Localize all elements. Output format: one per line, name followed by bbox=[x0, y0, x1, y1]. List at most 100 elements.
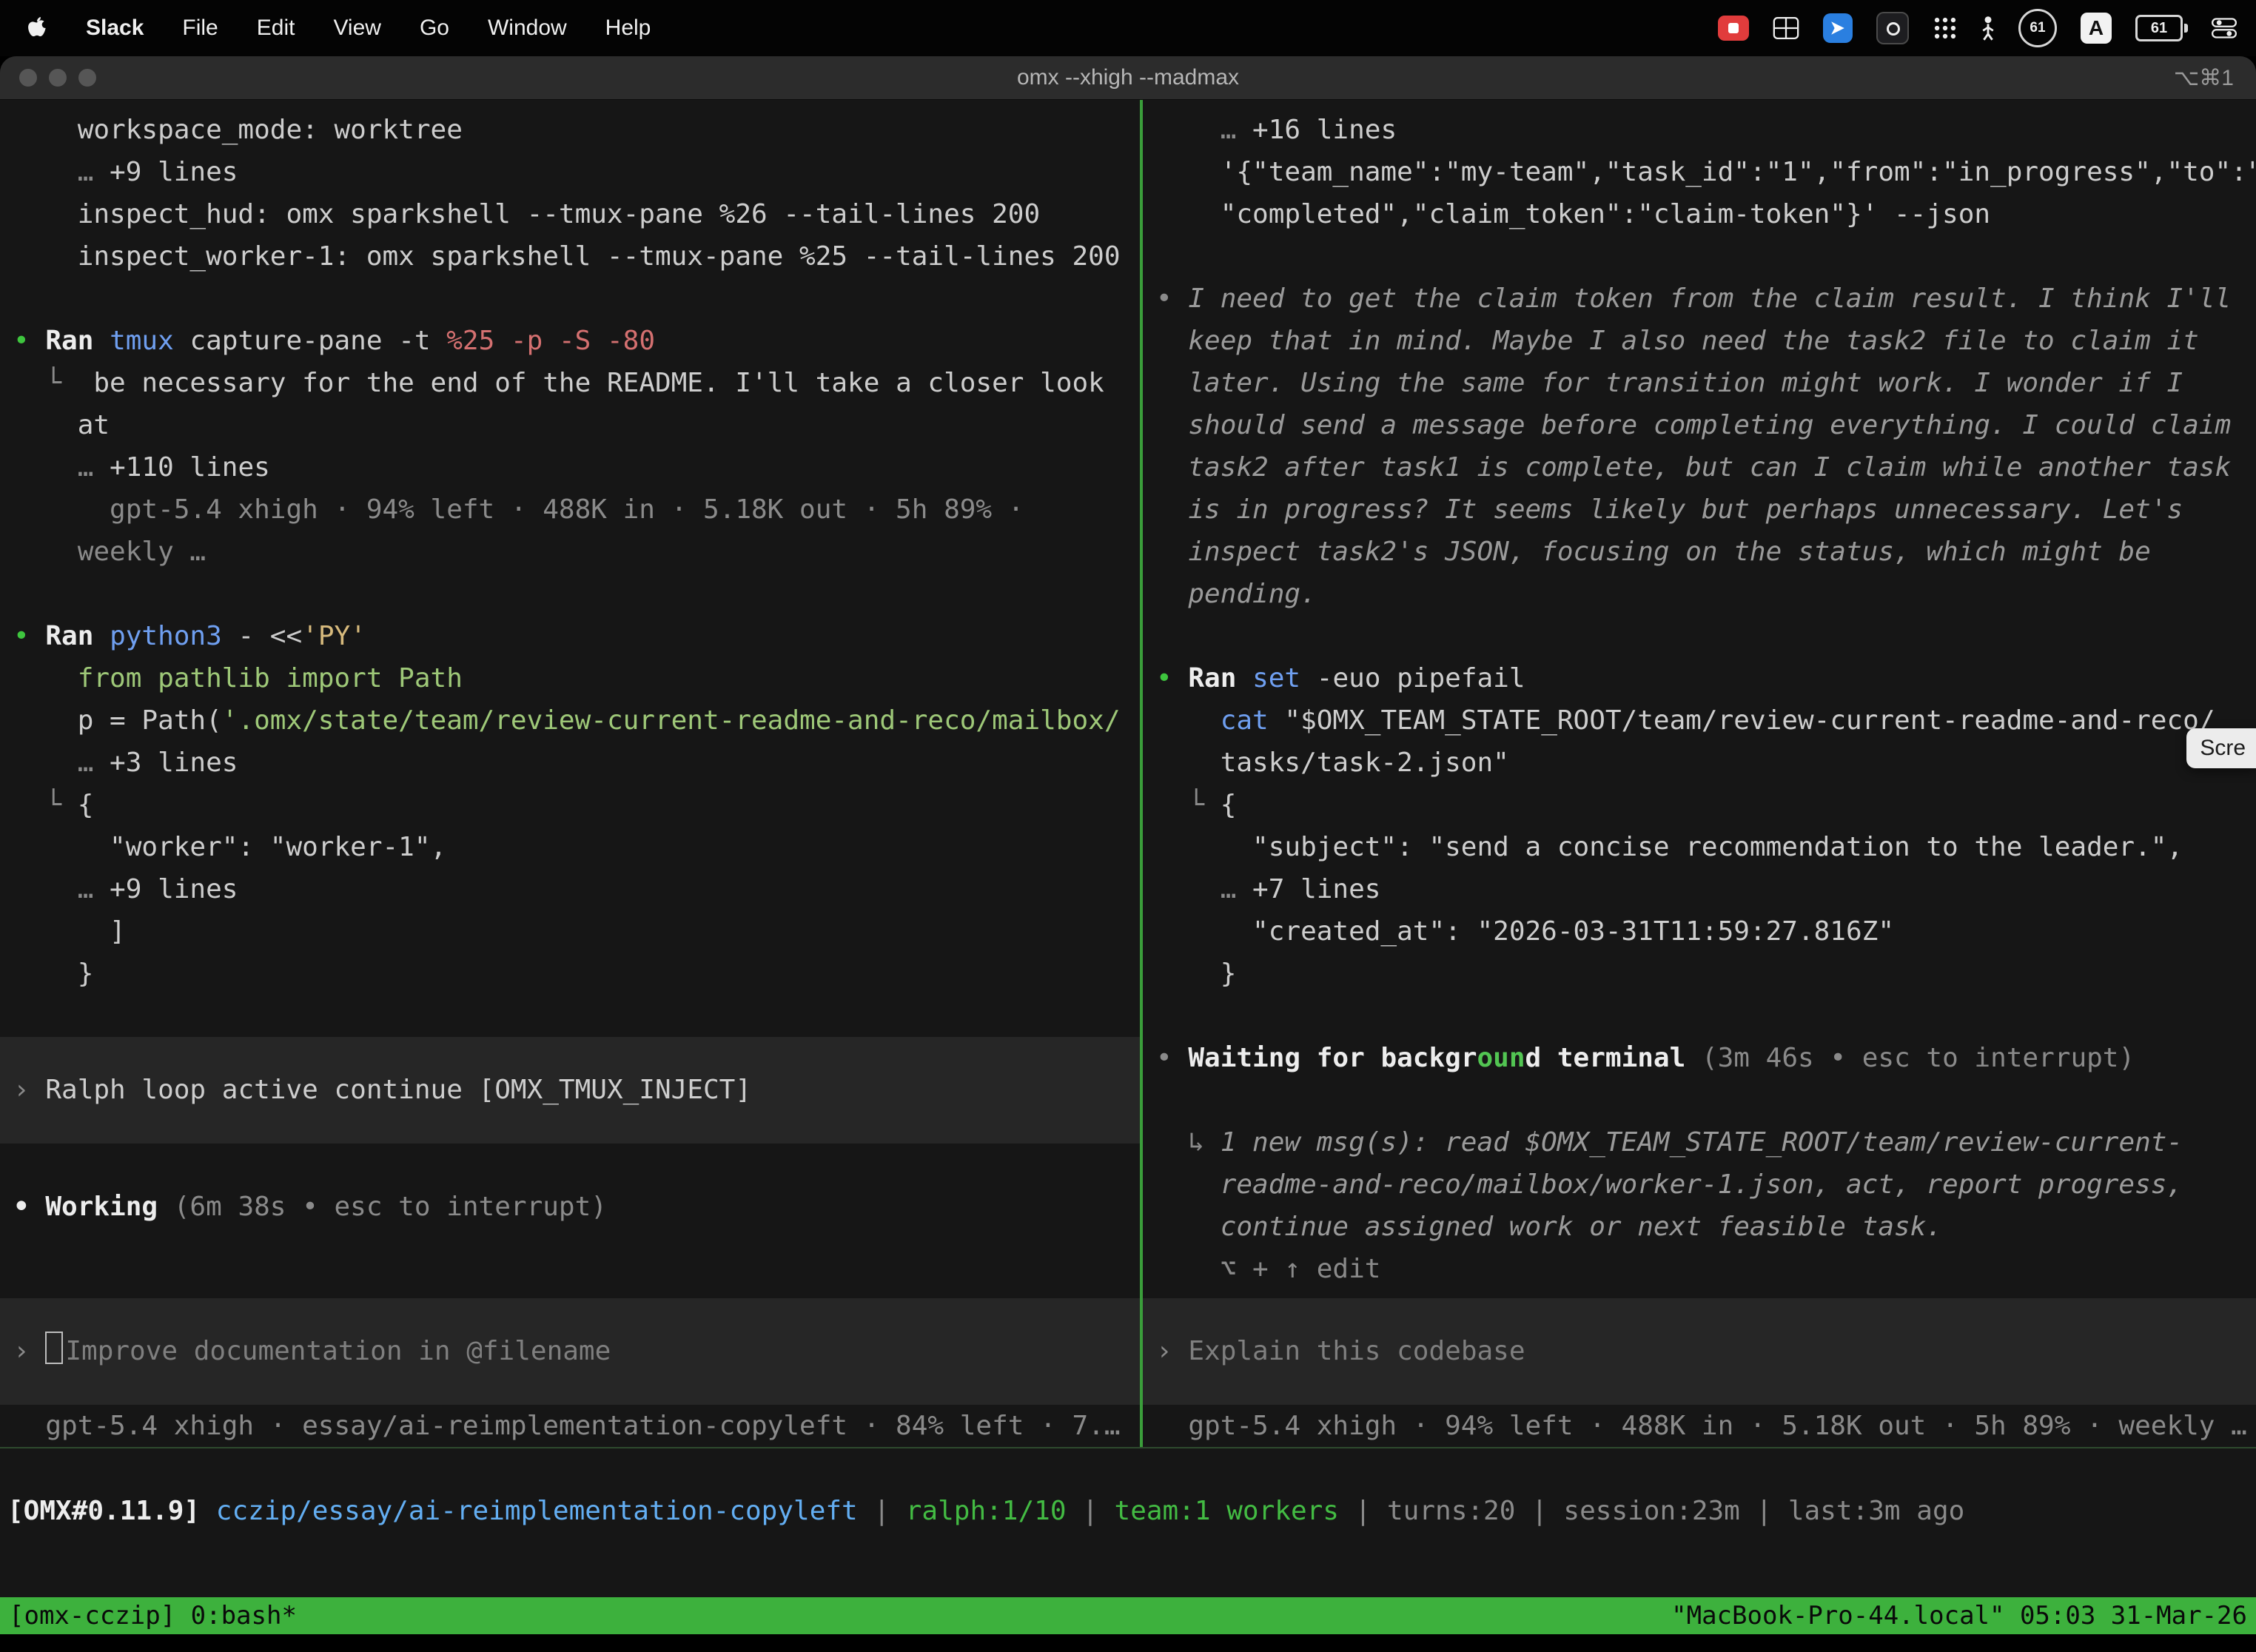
text-run: } bbox=[1156, 958, 1236, 989]
menu-file[interactable]: File bbox=[182, 16, 218, 41]
terminal-line: › Improve documentation in @filename bbox=[13, 1330, 1140, 1372]
minimize-button[interactable] bbox=[49, 69, 67, 87]
text-run: • bbox=[1156, 283, 1188, 314]
terminal-line: "completed","claim_token":"claim-token"}… bbox=[1156, 193, 2256, 235]
text-run: (6m 38s • esc to interrupt) bbox=[158, 1192, 607, 1222]
text-run: be necessary for the end of the README. … bbox=[93, 368, 1104, 398]
terminal-line: • Ran python3 - <<'PY' bbox=[13, 615, 1140, 657]
terminal-line: › Ralph loop active continue [OMX_TMUX_I… bbox=[13, 1069, 1140, 1111]
text-run: turns:20 bbox=[1387, 1496, 1515, 1526]
terminal-line: task2 after task1 is complete, but can I… bbox=[1156, 446, 2256, 488]
text-run: • bbox=[13, 326, 45, 356]
window-grid-icon[interactable] bbox=[1773, 17, 1799, 39]
terminal-line: • Ran tmux capture-pane -t %25 -p -S -80 bbox=[13, 320, 1140, 362]
text-run: pending. bbox=[1156, 579, 1317, 609]
dots-grid-icon[interactable] bbox=[1933, 16, 1958, 41]
text-run: (3m 46s • esc to interrupt) bbox=[1685, 1043, 2135, 1073]
screen-overlay-tooltip: Scre bbox=[2186, 728, 2256, 768]
window-shortcut-hint: ⌥⌘1 bbox=[2174, 65, 2234, 91]
text-run: [OMX#0.11.9] bbox=[7, 1496, 216, 1526]
terminal-line: inspect task2's JSON, focusing on the st… bbox=[1156, 531, 2256, 573]
text-run: Ralph loop active continue [OMX_TMUX_INJ… bbox=[45, 1075, 751, 1105]
window-titlebar[interactable]: omx --xhigh --madmax ⌥⌘1 bbox=[0, 56, 2256, 100]
terminal-line: gpt-5.4 xhigh · 94% left · 488K in · 5.1… bbox=[13, 488, 1140, 531]
prompt-band[interactable]: › Ralph loop active continue [OMX_TMUX_I… bbox=[0, 1037, 1140, 1144]
text-run: +7 lines bbox=[1252, 874, 1380, 904]
text-run: … bbox=[13, 874, 110, 904]
text-run: 'PY' bbox=[302, 621, 366, 651]
terminal-line: … +16 lines bbox=[1156, 109, 2256, 151]
text-run: Explain this codebase bbox=[1188, 1336, 1525, 1366]
prompt-band[interactable]: › Improve documentation in @filename bbox=[0, 1298, 1140, 1405]
terminal-line: keep that in mind. Maybe I also need the… bbox=[1156, 320, 2256, 362]
menu-window[interactable]: Window bbox=[488, 16, 567, 41]
tmux-status-bar: [omx-cczip] 0:bash* "MacBook-Pro-44.loca… bbox=[0, 1597, 2256, 1634]
text-run: tmux bbox=[110, 326, 174, 356]
terminal-line: } bbox=[1156, 953, 2256, 995]
text-run: '{"team_name":"my-team","task_id":"1","f… bbox=[1156, 157, 2256, 187]
text-run: task2 after task1 is complete, but can I… bbox=[1156, 452, 2231, 483]
battery-gauge-value: 61 bbox=[2030, 20, 2045, 36]
text-run: keep that in mind. Maybe I also need the… bbox=[1156, 326, 2199, 356]
battery-gauge-icon[interactable]: 61 bbox=[2018, 9, 2057, 47]
terminal-window: omx --xhigh --madmax ⌥⌘1 workspace_mode:… bbox=[0, 56, 2256, 1652]
blue-app-icon[interactable] bbox=[1823, 13, 1853, 43]
terminal-line: "subject": "send a concise recommendatio… bbox=[1156, 826, 2256, 868]
menu-edit[interactable]: Edit bbox=[257, 16, 295, 41]
battery-icon[interactable]: 61 bbox=[2135, 15, 2188, 41]
text-run: "worker": "worker-1", bbox=[13, 832, 446, 862]
prompt-band[interactable]: › Explain this codebase bbox=[1143, 1298, 2256, 1405]
text-run: › bbox=[13, 1075, 45, 1105]
terminal-line: tasks/task-2.json" bbox=[1156, 742, 2256, 784]
text-run: I need to get the claim token from the c… bbox=[1188, 283, 2231, 314]
text-run: … bbox=[13, 748, 110, 778]
text-run: session:23m bbox=[1563, 1496, 1739, 1526]
terminal-line: later. Using the same for transition mig… bbox=[1156, 362, 2256, 404]
text-run: continue assigned work or next feasible … bbox=[1156, 1212, 1942, 1242]
text-run: "created_at": "2026-03-31T11:59:27.816Z" bbox=[1156, 916, 1894, 947]
terminal-line: gpt-5.4 xhigh · 94% left · 488K in · 5.1… bbox=[1156, 1405, 2256, 1447]
pane-bottom-group: › Explain this codebase gpt-5.4 xhigh · … bbox=[1156, 1298, 2256, 1447]
text-run: ⌥ + ↑ edit bbox=[1156, 1254, 1380, 1284]
close-button[interactable] bbox=[19, 69, 37, 87]
text-run: • bbox=[13, 621, 45, 651]
terminal-line bbox=[1156, 1079, 2256, 1121]
text-run: Working bbox=[45, 1192, 158, 1222]
text-run: -p -S -80 bbox=[494, 326, 655, 356]
text-run: later. Using the same for transition mig… bbox=[1156, 368, 2183, 398]
text-run bbox=[1156, 705, 1221, 736]
text-run: ↳ bbox=[1156, 1127, 1221, 1158]
text-run: should send a message before completing … bbox=[1156, 410, 2231, 440]
battery-percent: 61 bbox=[2151, 20, 2167, 37]
apple-menu-icon[interactable] bbox=[27, 16, 47, 41]
input-source-icon[interactable]: A bbox=[2081, 13, 2112, 44]
menu-bar-left: Slack File Edit View Go Window Help bbox=[0, 16, 651, 41]
text-run: -euo pipefail bbox=[1300, 663, 1525, 694]
dark-app-icon[interactable] bbox=[1876, 12, 1909, 44]
text-run: oun bbox=[1477, 1043, 1525, 1073]
screen-recording-indicator[interactable] bbox=[1718, 16, 1749, 41]
menu-go[interactable]: Go bbox=[420, 16, 449, 41]
tmux-host-time: "MacBook-Pro-44.local" 05:03 31-Mar-26 bbox=[1671, 1601, 2247, 1631]
terminal-line: '{"team_name":"my-team","task_id":"1","f… bbox=[1156, 151, 2256, 193]
terminal-line: pending. bbox=[1156, 573, 2256, 615]
text-run: '.omx/state/team/review-current-readme-a… bbox=[222, 705, 1121, 736]
terminal-line: • Ran set -euo pipefail bbox=[1156, 657, 2256, 699]
menu-app-name[interactable]: Slack bbox=[86, 16, 144, 41]
figure-icon[interactable] bbox=[1981, 15, 1995, 41]
zoom-button[interactable] bbox=[78, 69, 96, 87]
terminal-line bbox=[13, 995, 1140, 1037]
menu-view[interactable]: View bbox=[333, 16, 380, 41]
terminal-line: … +7 lines bbox=[1156, 868, 2256, 910]
menu-help[interactable]: Help bbox=[605, 16, 651, 41]
control-center-icon[interactable] bbox=[2212, 16, 2237, 40]
text-run: +9 lines bbox=[110, 874, 238, 904]
terminal-line: } bbox=[13, 953, 1140, 995]
pane-left[interactable]: workspace_mode: worktree … +9 lines insp… bbox=[0, 100, 1140, 1447]
text-run: +16 lines bbox=[1252, 115, 1397, 145]
text-run: gpt-5.4 xhigh · 94% left · 488K in · 5.1… bbox=[13, 494, 1024, 525]
text-run: ralph:1/10 bbox=[906, 1496, 1067, 1526]
pane-right[interactable]: … +16 lines '{"team_name":"my-team","tas… bbox=[1143, 100, 2256, 1447]
terminal-line: … +9 lines bbox=[13, 151, 1140, 193]
text-run: d terminal bbox=[1525, 1043, 1686, 1073]
